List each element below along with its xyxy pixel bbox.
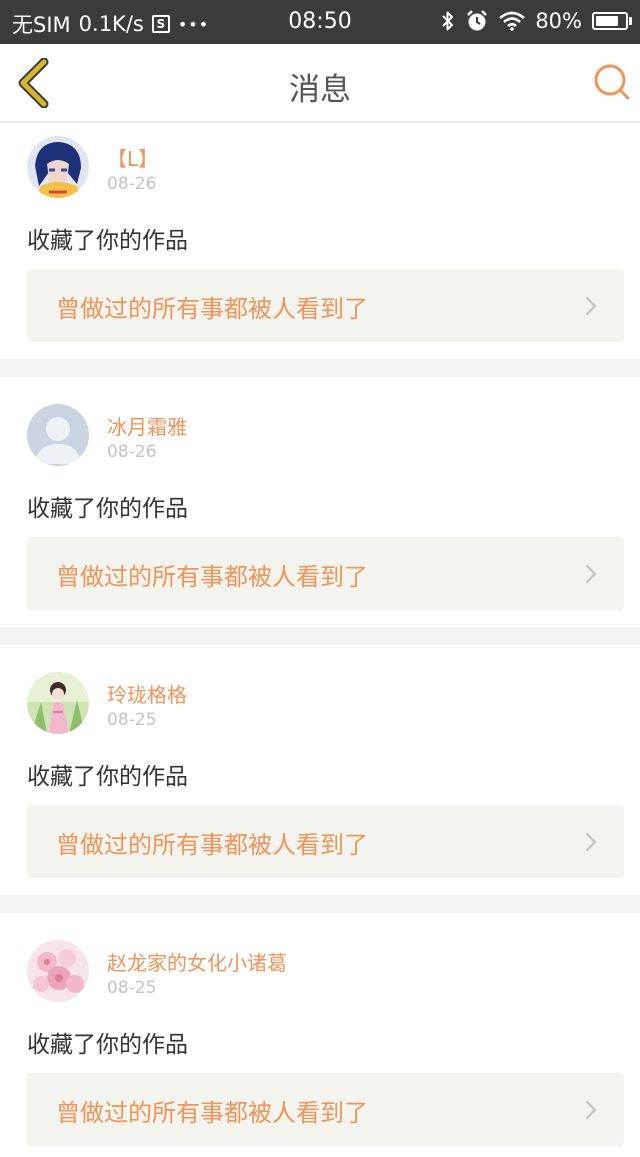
search-icon[interactable] (590, 60, 634, 104)
post-date: 08-26 (107, 174, 157, 194)
user-name[interactable]: 【L】 (107, 143, 158, 172)
message-card: 玲珑格格 08-25 收藏了你的作品 曾做过的所有事都被人看到了 (0, 645, 640, 895)
user-avatar[interactable] (27, 672, 89, 734)
action-text: 收藏了你的作品 (27, 1032, 188, 1058)
alarm-icon (467, 10, 488, 31)
user-avatar[interactable] (27, 404, 89, 466)
action-text: 收藏了你的作品 (27, 496, 188, 522)
chevron-right-icon (585, 832, 597, 852)
work-link[interactable]: 曾做过的所有事都被人看到了 (27, 269, 624, 342)
work-title: 曾做过的所有事都被人看到了 (56, 1099, 368, 1127)
action-text: 收藏了你的作品 (27, 228, 188, 254)
work-title: 曾做过的所有事都被人看到了 (56, 831, 368, 859)
chevron-right-icon (585, 1100, 597, 1120)
work-title: 曾做过的所有事都被人看到了 (56, 563, 368, 591)
card-divider (0, 895, 640, 913)
status-right: 80% (441, 9, 632, 33)
card-divider (0, 359, 640, 377)
message-card: 【L】 08-26 收藏了你的作品 曾做过的所有事都被人看到了 (0, 123, 640, 359)
chevron-right-icon (585, 564, 597, 584)
work-link[interactable]: 曾做过的所有事都被人看到了 (27, 1073, 624, 1146)
action-text: 收藏了你的作品 (27, 764, 188, 790)
message-card: 赵龙家的女化小诸葛 08-25 收藏了你的作品 曾做过的所有事都被人看到了 (0, 913, 640, 1157)
work-title: 曾做过的所有事都被人看到了 (56, 295, 368, 323)
user-name[interactable]: 赵龙家的女化小诸葛 (107, 947, 287, 976)
bluetooth-icon (442, 11, 454, 31)
card-divider (0, 627, 640, 645)
user-avatar[interactable] (27, 136, 89, 198)
battery-icon (592, 12, 632, 30)
user-name[interactable]: 玲珑格格 (107, 679, 187, 708)
user-avatar[interactable] (27, 940, 89, 1002)
post-date: 08-25 (107, 710, 157, 730)
status-bar: 无SIM 0.1K/s S ••• 08:50 80% (0, 0, 640, 44)
work-link[interactable]: 曾做过的所有事都被人看到了 (27, 537, 624, 610)
message-card: 冰月霜雅 08-26 收藏了你的作品 曾做过的所有事都被人看到了 (0, 377, 640, 627)
page-title: 消息 (289, 72, 351, 108)
battery-percent: 80% (535, 9, 582, 33)
chevron-right-icon (585, 296, 597, 316)
nav-bar: 消息 (0, 44, 640, 122)
post-date: 08-25 (107, 978, 157, 998)
message-feed: 【L】 08-26 收藏了你的作品 曾做过的所有事都被人看到了 冰月霜雅 08-… (0, 123, 640, 1157)
user-name[interactable]: 冰月霜雅 (107, 411, 187, 440)
wifi-icon (499, 11, 526, 31)
post-date: 08-26 (107, 442, 157, 462)
work-link[interactable]: 曾做过的所有事都被人看到了 (27, 805, 624, 878)
